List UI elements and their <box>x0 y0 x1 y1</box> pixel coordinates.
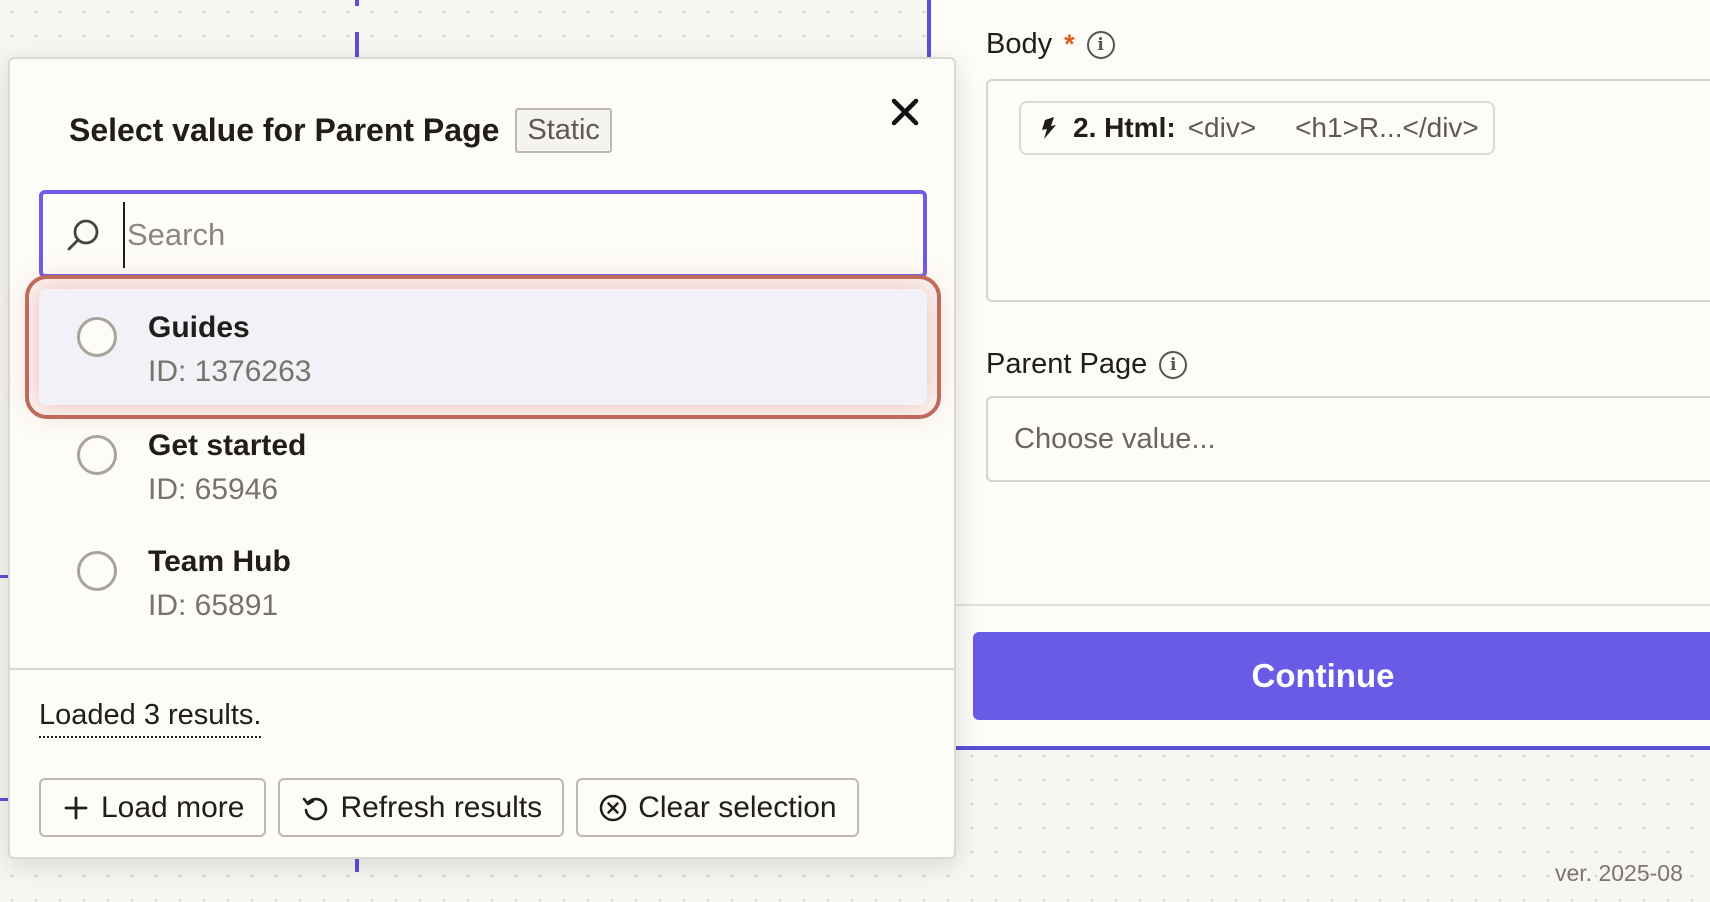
pill-value: <div> <h1>R...</div> <box>1187 112 1479 143</box>
clear-selection-button[interactable]: Clear selection <box>576 778 859 837</box>
parent-page-field-label: Parent Page i <box>986 348 1188 381</box>
option-name: Team Hub <box>148 545 291 578</box>
option-id: ID: 1376263 <box>148 355 312 388</box>
search-icon <box>67 219 99 251</box>
load-more-label: Load more <box>101 790 245 824</box>
radio-button[interactable] <box>77 435 117 475</box>
modal-title: Select value for Parent Page <box>69 112 500 148</box>
info-icon[interactable]: i <box>1159 350 1188 379</box>
continue-button[interactable]: Continue <box>973 632 1710 720</box>
step-config-panel: Body * i 2. Html: <div> <h1>R...</div> P… <box>927 0 1710 750</box>
option-name: Get started <box>148 429 307 462</box>
option-name: Guides <box>148 311 250 344</box>
refresh-results-button[interactable]: Refresh results <box>278 778 565 837</box>
parent-page-select[interactable]: Choose value... <box>986 396 1710 482</box>
radio-button[interactable] <box>77 551 117 591</box>
modal-header: Select value for Parent Page Static <box>69 108 612 153</box>
parent-page-label-text: Parent Page <box>986 348 1148 380</box>
close-icon <box>891 98 919 126</box>
pill-step-label: 2. Html: <box>1073 112 1176 143</box>
option-get-started[interactable]: Get started ID: 65946 <box>39 407 927 523</box>
body-field-label: Body * i <box>986 28 1115 61</box>
options-list: Guides ID: 1376263 Get started ID: 65946… <box>25 275 941 639</box>
refresh-label: Refresh results <box>340 790 543 824</box>
static-badge: Static <box>515 108 612 153</box>
search-box[interactable] <box>39 190 927 278</box>
version-label: ver. 2025-08 <box>1555 860 1683 886</box>
divider <box>10 668 954 670</box>
body-label-text: Body <box>986 28 1053 60</box>
option-id: ID: 65891 <box>148 589 279 622</box>
mapped-field-pill[interactable]: 2. Html: <div> <h1>R...</div> <box>1019 101 1495 155</box>
background-step-card <box>0 575 8 801</box>
divider <box>931 604 1710 606</box>
plus-icon <box>64 796 88 819</box>
load-more-button[interactable]: Load more <box>39 778 267 837</box>
parent-page-placeholder: Choose value... <box>1014 422 1216 455</box>
search-input[interactable] <box>123 202 909 268</box>
select-value-modal: Select value for Parent Page Static Guid… <box>8 57 956 859</box>
body-field[interactable]: 2. Html: <div> <h1>R...</div> <box>986 79 1710 302</box>
option-guides[interactable]: Guides ID: 1376263 <box>25 275 941 419</box>
clear-selection-label: Clear selection <box>638 790 837 824</box>
option-team-hub[interactable]: Team Hub ID: 65891 <box>39 523 927 639</box>
info-icon[interactable]: i <box>1086 30 1115 59</box>
flow-connector-line <box>355 0 359 6</box>
required-marker: * <box>1064 29 1075 59</box>
clear-circle-icon <box>599 794 627 821</box>
canvas-background: Body * i 2. Html: <div> <h1>R...</div> P… <box>0 0 1710 902</box>
continue-label: Continue <box>1251 657 1395 694</box>
radio-button[interactable] <box>77 317 117 357</box>
option-id: ID: 65946 <box>148 473 279 506</box>
refresh-icon <box>303 797 328 820</box>
results-status: Loaded 3 results. <box>39 699 262 738</box>
close-button[interactable] <box>882 89 928 135</box>
link-icon <box>1042 117 1056 139</box>
modal-footer-buttons: Load more Refresh results Clear selectio… <box>39 778 859 837</box>
